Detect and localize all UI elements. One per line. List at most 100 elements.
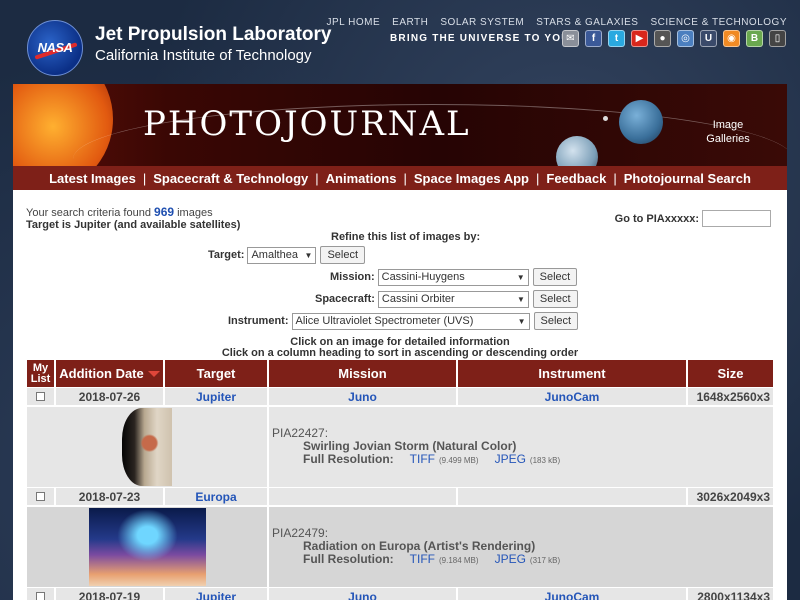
nav-spacecraft-technology[interactable]: Spacecraft & Technology [153, 171, 308, 186]
image-info: PIA22427: Swirling Jovian Storm (Natural… [269, 407, 560, 487]
photojournal-title[interactable]: PHOTOJOURNAL [143, 104, 471, 144]
filter-row-target: Target: Amalthea ▼ Select [208, 246, 366, 264]
nav-animations[interactable]: Animations [326, 171, 397, 186]
jpeg-download-link[interactable]: JPEG [495, 453, 526, 466]
nav-latest-images[interactable]: Latest Images [49, 171, 136, 186]
date-cell: 2018-07-26 [56, 388, 165, 405]
nav-photojournal-search[interactable]: Photojournal Search [624, 171, 751, 186]
goto-pia-input[interactable] [702, 210, 771, 227]
tiff-download-link[interactable]: TIFF [410, 553, 435, 566]
instrument-link[interactable]: JunoCam [458, 588, 688, 600]
image-galleries-link[interactable]: Image Galleries [703, 118, 753, 146]
main-nav: Latest Images | Spacecraft & Technology … [13, 166, 787, 190]
instrument-select-button[interactable]: Select [533, 312, 579, 330]
jpl-title[interactable]: Jet Propulsion Laboratory [95, 24, 331, 46]
search-count: 969 [154, 205, 175, 219]
full-resolution: Full Resolution: TIFF (9.184 MB) JPEG (3… [272, 553, 560, 567]
jpeg-file-size: (183 kB) [529, 456, 561, 465]
filter-label: Instrument: [228, 315, 289, 327]
top-nav-stars-galaxies[interactable]: STARS & GALAXIES [536, 17, 638, 28]
image-detail-row: PIA22479: Radiation on Europa (Artist's … [27, 507, 773, 587]
tiff-file-size: (9.499 MB) [438, 456, 479, 465]
mobile-icon[interactable]: ▯ [769, 30, 786, 47]
mission-select-value: Cassini-Huygens [381, 271, 465, 283]
target-select[interactable]: Amalthea ▼ [247, 246, 317, 264]
target-link[interactable]: Jupiter [165, 588, 269, 600]
refine-title: Refine this list of images by: [331, 231, 481, 243]
image-thumbnail[interactable] [122, 408, 172, 486]
chevron-down-icon: ▼ [304, 250, 313, 260]
column-header-instrument[interactable]: Instrument [458, 360, 688, 387]
my-list-cell [27, 488, 56, 505]
nav-space-images-app[interactable]: Space Images App [414, 171, 529, 186]
spacecraft-select-button[interactable]: Select [532, 290, 578, 308]
nav-feedback[interactable]: Feedback [546, 171, 606, 186]
flickr-icon[interactable]: ● [654, 30, 671, 47]
date-cell: 2018-07-19 [56, 588, 165, 600]
target-link[interactable]: Jupiter [165, 388, 269, 405]
mission-link[interactable]: Juno [269, 388, 458, 405]
filter-row-spacecraft: Spacecraft: Cassini Orbiter ▼ Select [315, 290, 578, 308]
mission-link[interactable]: Juno [269, 588, 458, 600]
mission-select-button[interactable]: Select [532, 268, 578, 286]
table-row: 2018-07-26 Jupiter Juno JunoCam 1648x256… [27, 388, 773, 405]
tiff-file-size: (9.184 MB) [438, 556, 479, 565]
column-header-size[interactable]: Size [688, 360, 773, 387]
chevron-down-icon: ▼ [517, 294, 525, 304]
podcast-icon[interactable]: ◎ [677, 30, 694, 47]
top-nav-solar-system[interactable]: SOLAR SYSTEM [440, 17, 524, 28]
column-header-addition-date[interactable]: Addition Date [56, 360, 165, 387]
thumbnail-cell [27, 407, 269, 487]
mission-select[interactable]: Cassini-Huygens ▼ [377, 268, 529, 286]
instrument-select[interactable]: Alice Ultraviolet Spectrometer (UVS) ▼ [291, 312, 530, 330]
rss-icon[interactable]: ◉ [723, 30, 740, 47]
top-nav-jpl-home[interactable]: JPL HOME [327, 17, 381, 28]
planet-graphic [619, 100, 663, 144]
blog-icon[interactable]: B [746, 30, 763, 47]
column-header-mission[interactable]: Mission [269, 360, 458, 387]
image-thumbnail[interactable] [88, 508, 206, 586]
instrument-link[interactable]: JunoCam [458, 388, 688, 405]
my-list-label-1: My [32, 361, 49, 374]
size-cell: 3026x2049x3 [696, 489, 770, 504]
facebook-icon[interactable]: f [585, 30, 602, 47]
spacecraft-select[interactable]: Cassini Orbiter ▼ [377, 290, 529, 308]
my-list-cell [27, 588, 56, 600]
my-list-checkbox[interactable] [36, 492, 45, 501]
column-header-target[interactable]: Target [165, 360, 269, 387]
chevron-down-icon: ▼ [516, 272, 525, 282]
filter-label: Mission: [330, 271, 375, 283]
twitter-icon[interactable]: t [608, 30, 625, 47]
target-select-button[interactable]: Select [320, 246, 366, 264]
nav-separator: | [535, 170, 540, 186]
ustream-icon[interactable]: U [700, 30, 717, 47]
target-select-value: Amalthea [251, 249, 298, 261]
nav-separator: | [403, 170, 407, 186]
goto-pia-label: Go to PIAxxxxx: [614, 212, 699, 225]
search-prefix: Your search criteria found [26, 207, 151, 219]
mission-link[interactable] [269, 488, 458, 505]
nasa-logo-text: NASA [37, 40, 73, 55]
spacecraft-select-value: Cassini Orbiter [381, 293, 455, 305]
filter-row-instrument: Instrument: Alice Ultraviolet Spectromet… [228, 312, 579, 330]
my-list-checkbox[interactable] [36, 592, 45, 600]
moon-graphic [603, 116, 608, 121]
my-list-checkbox[interactable] [36, 392, 45, 401]
email-icon[interactable]: ✉ [562, 30, 579, 47]
column-header-my-list[interactable]: My List [27, 360, 56, 387]
target-link[interactable]: Europa [165, 488, 269, 505]
my-list-label-2: List [30, 372, 51, 385]
thumbnail-cell [27, 507, 269, 587]
my-list-cell [27, 388, 56, 405]
table-header: My List Addition Date Target Mission Ins… [27, 360, 773, 387]
jpl-subtitle[interactable]: California Institute of Technology [95, 47, 312, 64]
youtube-icon[interactable]: ▶ [631, 30, 648, 47]
top-nav-science-technology[interactable]: SCIENCE & TECHNOLOGY [650, 17, 787, 28]
tiff-download-link[interactable]: TIFF [410, 453, 435, 466]
jpeg-download-link[interactable]: JPEG [495, 553, 526, 566]
instructions-line-2: Click on a column heading to sort in asc… [221, 347, 579, 359]
top-nav-earth[interactable]: EARTH [392, 17, 428, 28]
nasa-logo[interactable]: NASA [27, 20, 83, 76]
instrument-select-value: Alice Ultraviolet Spectrometer (UVS) [295, 315, 474, 327]
instrument-link[interactable] [458, 488, 688, 505]
